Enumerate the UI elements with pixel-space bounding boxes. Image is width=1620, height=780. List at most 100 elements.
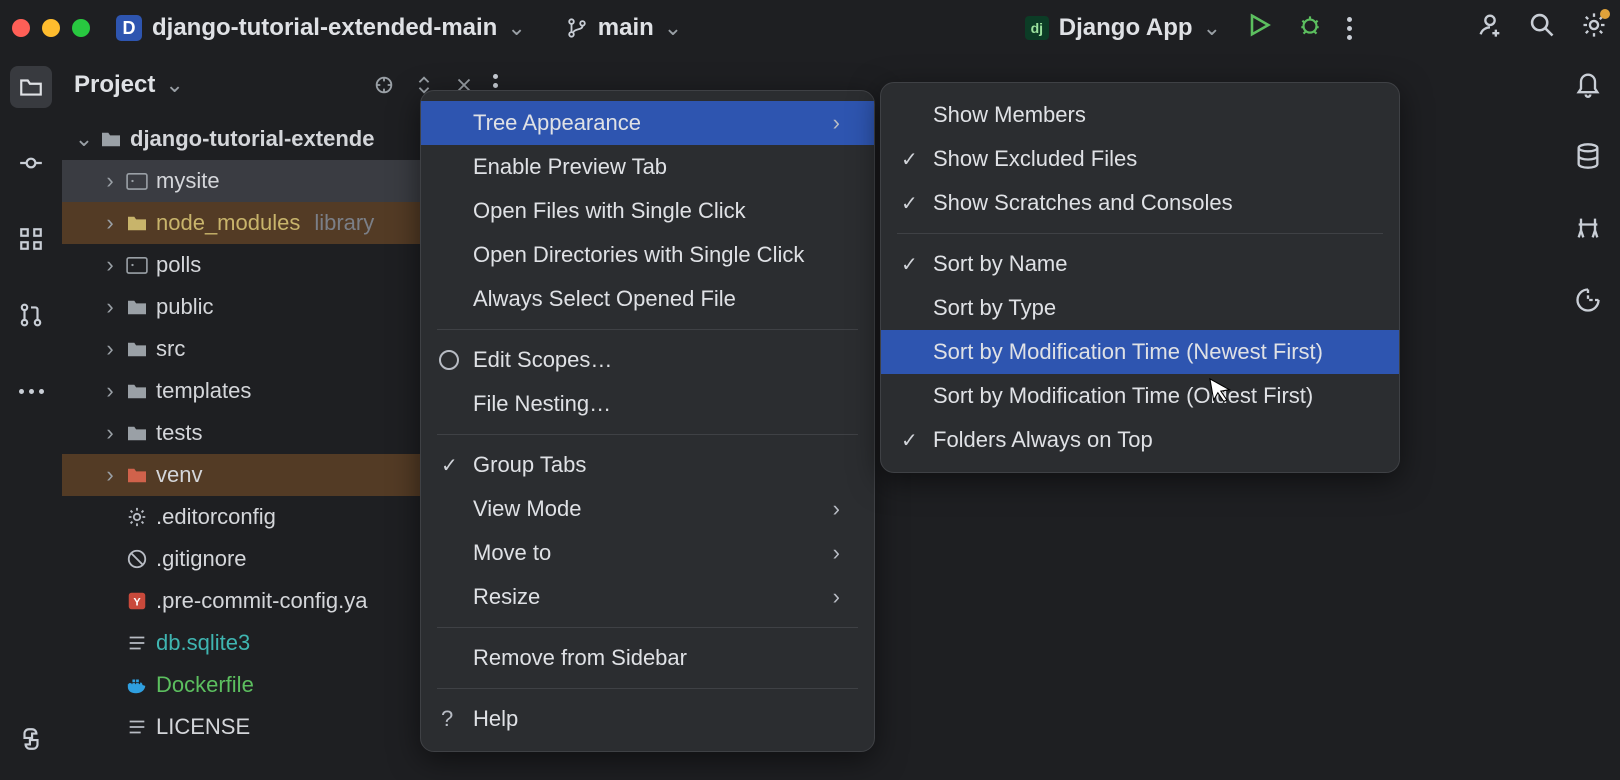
tree-label: .pre-commit-config.ya	[156, 588, 368, 614]
chevron-right-icon[interactable]: ›	[102, 336, 118, 362]
menu-item-label: Help	[473, 706, 518, 732]
menu-item[interactable]: Enable Preview Tab	[421, 145, 874, 189]
menu-item-label: Edit Scopes…	[473, 347, 612, 373]
menu-item-label: Sort by Modification Time (Newest First)	[933, 339, 1323, 365]
tree-label: tests	[156, 420, 202, 446]
settings-button[interactable]	[1580, 11, 1608, 45]
menu-item[interactable]: Show Members	[881, 93, 1399, 137]
menu-item[interactable]: Move to ›	[421, 531, 874, 575]
panel-options-menu: Tree Appearance › Enable Preview Tab Open F…	[420, 90, 875, 752]
chevron-right-icon[interactable]: ›	[102, 168, 118, 194]
debug-button[interactable]	[1297, 12, 1323, 44]
menu-item-label: Sort by Modification Time (Oldest First)	[933, 383, 1313, 409]
menu-item[interactable]: Help	[421, 697, 874, 741]
tree-label: .editorconfig	[156, 504, 276, 530]
pull-requests-tool-button[interactable]	[10, 294, 52, 336]
menu-item-label: Move to	[473, 540, 551, 566]
menu-item[interactable]: Open Files with Single Click	[421, 189, 874, 233]
menu-item[interactable]: Group Tabs	[421, 443, 874, 487]
chevron-right-icon[interactable]: ›	[102, 462, 118, 488]
menu-separator	[897, 233, 1383, 234]
menu-item-label: Group Tabs	[473, 452, 586, 478]
commit-tool-button[interactable]	[10, 142, 52, 184]
chevron-down-icon[interactable]: ⌄	[76, 126, 92, 152]
menu-item[interactable]: Remove from Sidebar	[421, 636, 874, 680]
menu-item[interactable]: Sort by Name	[881, 242, 1399, 286]
menu-item-label: Remove from Sidebar	[473, 645, 687, 671]
menu-separator	[437, 688, 858, 689]
select-opened-file-button[interactable]	[373, 74, 395, 96]
run-config-selector[interactable]: dj Django App ⌄	[1025, 14, 1221, 42]
project-selector[interactable]: D django-tutorial-extended-main ⌄	[116, 14, 526, 42]
titlebar: D django-tutorial-extended-main ⌄ main ⌄…	[0, 0, 1620, 56]
folder-icon	[126, 466, 148, 484]
tree-label: mysite	[156, 168, 220, 194]
menu-item[interactable]: Show Excluded Files	[881, 137, 1399, 181]
menu-item-label: Sort by Name	[933, 251, 1068, 277]
python-console-button[interactable]	[10, 718, 52, 760]
tree-label: Dockerfile	[156, 672, 254, 698]
chevron-right-icon[interactable]: ›	[102, 210, 118, 236]
tree-label: db.sqlite3	[156, 630, 250, 656]
code-with-me-button[interactable]	[1476, 11, 1504, 45]
menu-item-label: Folders Always on Top	[933, 427, 1153, 453]
menu-item-label: Tree Appearance	[473, 110, 641, 136]
endpoints-tool-button[interactable]	[1574, 286, 1602, 320]
database-tool-button[interactable]	[1574, 142, 1602, 176]
tree-label: .gitignore	[156, 546, 247, 572]
menu-item[interactable]: Sort by Modification Time (Oldest First)	[881, 374, 1399, 418]
folder-icon	[126, 340, 148, 358]
menu-item-label: Show Scratches and Consoles	[933, 190, 1233, 216]
ai-assistant-button[interactable]	[1574, 214, 1602, 248]
tree-label: src	[156, 336, 185, 362]
menu-item-label: Open Files with Single Click	[473, 198, 746, 224]
right-tool-rail	[1556, 56, 1620, 780]
menu-item[interactable]: Folders Always on Top	[881, 418, 1399, 462]
menu-item-label: Enable Preview Tab	[473, 154, 667, 180]
branch-name: main	[598, 14, 654, 42]
menu-item[interactable]: Resize›	[421, 575, 874, 619]
menu-item[interactable]: Show Scratches and Consoles	[881, 181, 1399, 225]
tree-label: templates	[156, 378, 251, 404]
close-window-button[interactable]	[12, 19, 30, 37]
folder-icon	[126, 382, 148, 400]
notifications-button[interactable]	[1574, 70, 1602, 104]
chevron-down-icon[interactable]: ⌄	[165, 72, 183, 98]
chevron-right-icon[interactable]: ›	[102, 420, 118, 446]
menu-item[interactable]: Sort by Modification Time (Newest First)	[881, 330, 1399, 374]
search-everywhere-button[interactable]	[1528, 11, 1556, 45]
folder-icon	[100, 130, 122, 148]
left-tool-rail	[0, 56, 62, 780]
minimize-window-button[interactable]	[42, 19, 60, 37]
chevron-down-icon: ⌄	[507, 15, 525, 41]
menu-item-label: Always Select Opened File	[473, 286, 736, 312]
yaml-file-icon: Y	[126, 590, 148, 612]
menu-item[interactable]: Always Select Opened File	[421, 277, 874, 321]
chevron-right-icon[interactable]: ›	[102, 252, 118, 278]
menu-item[interactable]: Edit Scopes…	[421, 338, 874, 382]
folder-icon	[126, 214, 148, 232]
project-tool-button[interactable]	[10, 66, 52, 108]
menu-item[interactable]: View Mode ›	[421, 487, 874, 531]
more-tools-button[interactable]	[10, 370, 52, 412]
more-actions-button[interactable]	[1347, 17, 1352, 40]
chevron-right-icon[interactable]: ›	[102, 294, 118, 320]
maximize-window-button[interactable]	[72, 19, 90, 37]
chevron-right-icon[interactable]: ›	[102, 378, 118, 404]
menu-item[interactable]: Open Directories with Single Click	[421, 233, 874, 277]
branch-selector[interactable]: main ⌄	[566, 14, 682, 42]
menu-item[interactable]: File Nesting…	[421, 382, 874, 426]
run-config-name: Django App	[1059, 14, 1193, 42]
chevron-right-icon: ›	[833, 110, 840, 136]
module-folder-icon	[126, 256, 148, 274]
menu-item[interactable]: Tree Appearance ›	[421, 101, 874, 145]
chevron-right-icon: ›	[833, 496, 840, 522]
menu-item-label: View Mode	[473, 496, 581, 522]
tree-label: django-tutorial-extende	[130, 126, 374, 152]
tree-label: venv	[156, 462, 202, 488]
run-button[interactable]	[1245, 11, 1273, 45]
structure-tool-button[interactable]	[10, 218, 52, 260]
chevron-right-icon: ›	[833, 540, 840, 566]
menu-item[interactable]: Sort by Type	[881, 286, 1399, 330]
chevron-down-icon: ⌄	[1203, 15, 1221, 41]
